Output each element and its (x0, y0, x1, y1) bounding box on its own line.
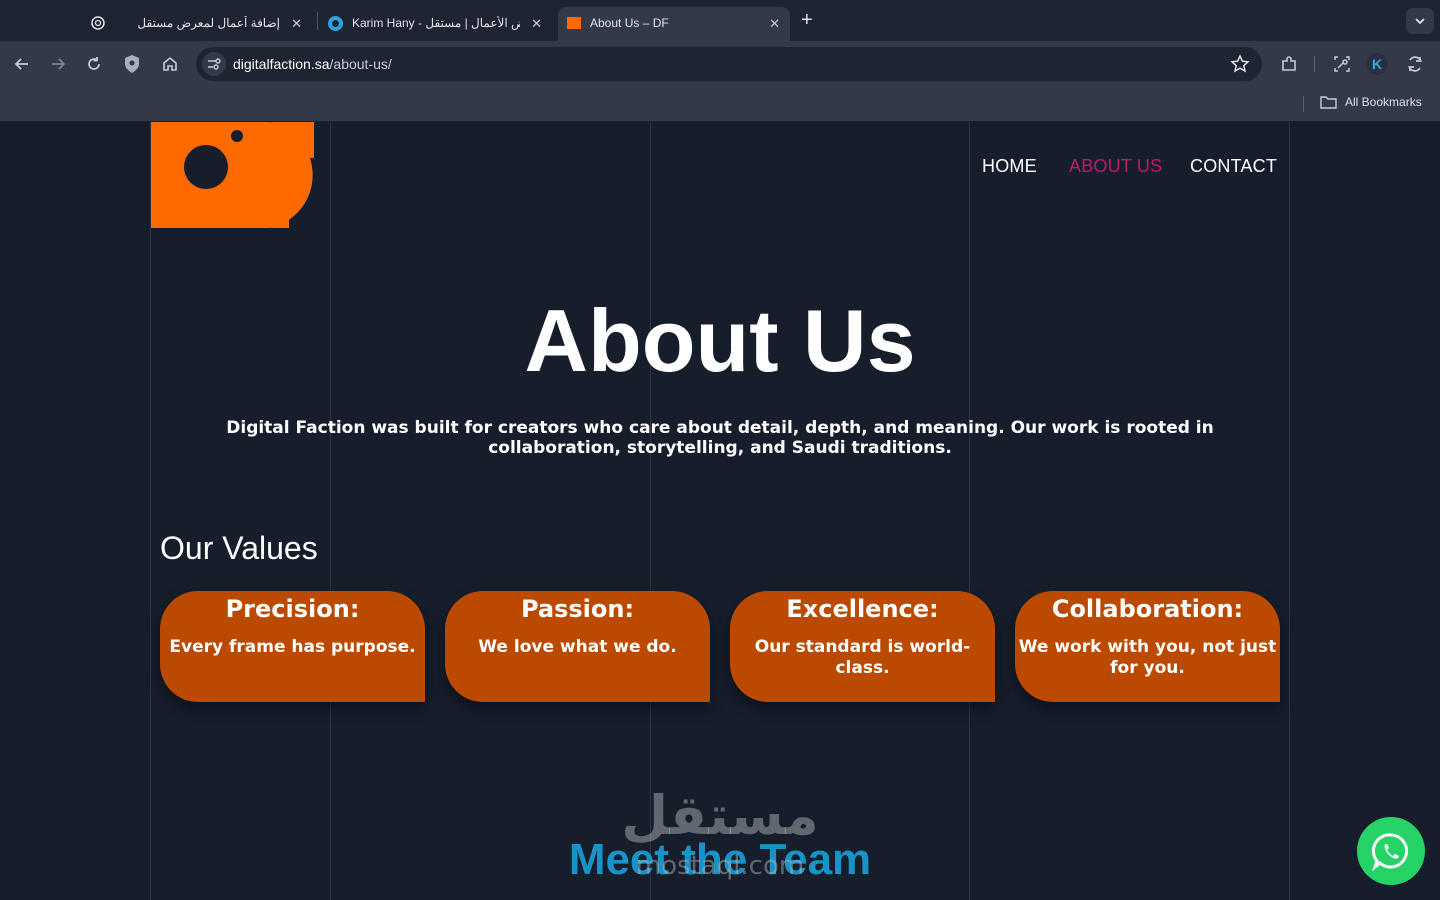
profile-initial: K (1366, 53, 1388, 75)
value-card-text: Every frame has purpose. (169, 637, 416, 657)
tab-title: إضافة أعمال لمعرض مستقل (137, 16, 280, 30)
grid-line (330, 122, 331, 900)
value-card-text: We work with you, not just for you. (1018, 637, 1277, 678)
home-icon[interactable] (159, 53, 181, 75)
address-bar[interactable]: digitalfaction.sa/about-us/ (196, 47, 1262, 81)
site-logo[interactable] (151, 122, 315, 228)
tab-mostaql-portfolio[interactable]: Karim Hany - معرض الأعمال | مستقل ✕ (320, 7, 552, 41)
df-logo-icon (567, 17, 581, 29)
toolbar-divider (1314, 56, 1315, 72)
mostaql-icon (328, 16, 343, 31)
chatgpt-icon (90, 15, 106, 31)
tab-about-us[interactable]: About Us – DF ✕ (558, 7, 790, 41)
intro-text: Digital Faction was built for creators w… (226, 418, 1214, 458)
page-title: About Us (524, 291, 916, 390)
value-card-text: Our standard is world-class. (754, 637, 971, 678)
tab-strip: إضافة أعمال لمعرض مستقل ✕ Karim Hany - م… (0, 0, 1440, 41)
shield-icon[interactable] (121, 53, 143, 75)
site-info-icon[interactable] (202, 52, 226, 76)
bookmark-star-icon[interactable] (1230, 54, 1250, 79)
value-card-collaboration: Collaboration: We work with you, not jus… (1015, 591, 1280, 702)
close-tab-icon[interactable]: ✕ (291, 16, 302, 32)
back-icon[interactable] (11, 53, 33, 75)
page-content: HOME ABOUT US CONTACT About Us Digital F… (0, 122, 1440, 900)
tab-title: About Us – DF (590, 16, 669, 30)
watermark-latin: mostaql.com (635, 851, 805, 881)
value-card-precision: Precision: Every frame has purpose. (160, 591, 425, 702)
grid-line (1289, 122, 1290, 900)
value-card-excellence: Excellence: Our standard is world-class. (730, 591, 995, 702)
close-tab-icon[interactable]: ✕ (531, 16, 542, 32)
forward-icon[interactable] (47, 53, 69, 75)
close-tab-icon[interactable]: ✕ (769, 16, 780, 32)
tab-title: Karim Hany - معرض الأعمال | مستقل (352, 16, 520, 30)
tab-search-button[interactable] (1406, 8, 1434, 34)
grid-line (150, 122, 151, 900)
extensions-icon[interactable] (1278, 53, 1300, 75)
profile-avatar[interactable]: K (1366, 53, 1388, 75)
reload-icon[interactable] (83, 53, 105, 75)
tab-divider (317, 12, 318, 30)
value-card-title: Excellence: (786, 595, 939, 623)
url-path: /about-us/ (329, 56, 392, 72)
sync-icon[interactable] (1404, 53, 1426, 75)
value-card-title: Passion: (520, 595, 635, 623)
url-host: digitalfaction.sa (233, 56, 330, 72)
nav-home[interactable]: HOME (982, 156, 1037, 177)
value-card-text: We love what we do. (478, 637, 677, 657)
whatsapp-icon (1371, 833, 1409, 871)
share-icon[interactable] (1331, 53, 1353, 75)
nav-about-us[interactable]: ABOUT US (1069, 156, 1162, 177)
chevron-down-icon (1415, 18, 1425, 25)
new-tab-icon[interactable]: + (801, 9, 813, 32)
all-bookmarks-button[interactable]: All Bookmarks (1320, 95, 1422, 109)
value-card-passion: Passion: We love what we do. (445, 591, 710, 702)
value-card-title: Collaboration: (1051, 595, 1244, 623)
grid-line (969, 122, 970, 900)
bookmarks-bar: All Bookmarks (0, 86, 1440, 122)
url-text: digitalfaction.sa/about-us/ (233, 56, 392, 72)
watermark-arabic: مستقل (621, 784, 819, 847)
all-bookmarks-label: All Bookmarks (1345, 95, 1422, 109)
value-card-title: Precision: (225, 595, 360, 623)
tab-mostaql-add[interactable]: إضافة أعمال لمعرض مستقل ✕ (82, 7, 312, 41)
nav-contact[interactable]: CONTACT (1190, 156, 1277, 177)
whatsapp-button[interactable] (1357, 817, 1425, 885)
bookmarks-divider (1303, 96, 1304, 112)
values-heading: Our Values (160, 530, 318, 566)
folder-icon (1320, 96, 1337, 109)
